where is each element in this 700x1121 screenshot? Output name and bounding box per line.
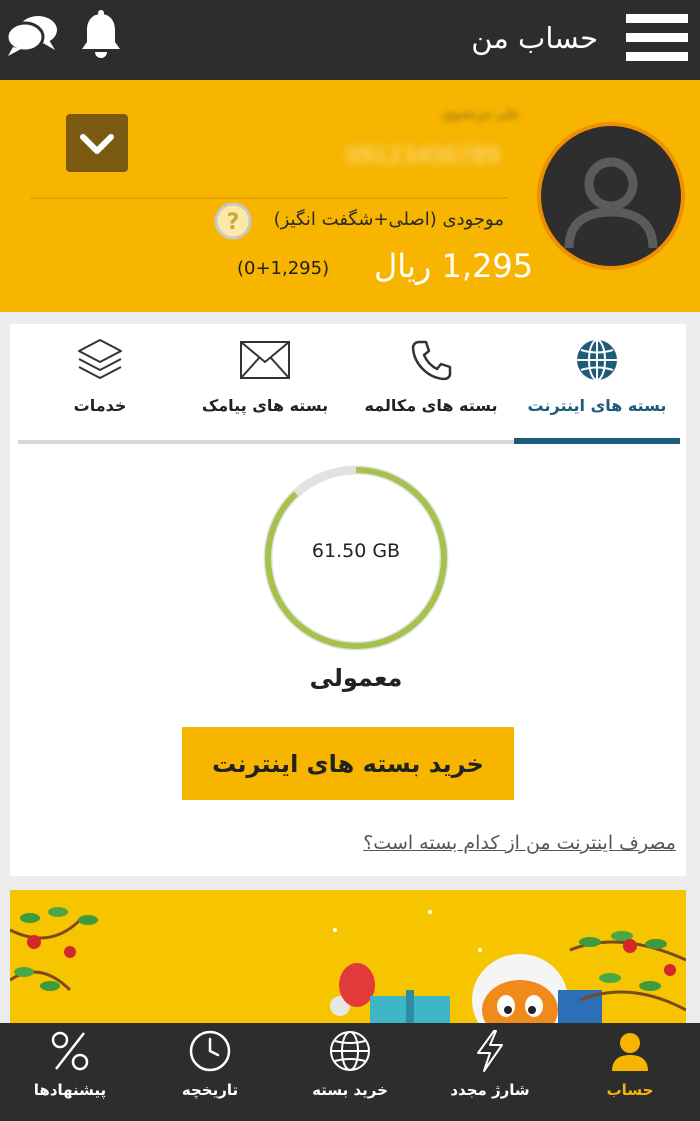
user-silhouette-icon	[564, 157, 658, 249]
percent-icon	[51, 1031, 89, 1071]
remaining-data-value: 61.50 GB	[311, 540, 401, 562]
nav-label: حساب	[606, 1081, 654, 1099]
chevron-down-icon	[80, 134, 114, 154]
menu-line	[626, 33, 688, 42]
hamburger-menu-icon[interactable]	[626, 14, 688, 64]
lightning-icon	[477, 1030, 503, 1072]
balance-detail: (0+1,295)	[237, 258, 330, 279]
promo-banner[interactable]	[10, 890, 686, 1024]
nav-label: پیشنهادها	[33, 1081, 107, 1099]
tab-call-packages[interactable]: بسته های مکالمه	[348, 324, 514, 434]
nav-history[interactable]: تاریخچه	[140, 1023, 280, 1121]
active-tab-indicator	[514, 438, 680, 444]
packages-card: بسته های اینترنت بسته های مکالمه بسته ها…	[10, 324, 686, 876]
nav-account[interactable]: حساب	[560, 1023, 700, 1121]
tab-label: بسته های پیامک	[201, 396, 329, 415]
user-icon	[612, 1033, 648, 1071]
chat-bubbles-icon[interactable]	[5, 12, 59, 58]
tab-services[interactable]: خدمات	[18, 324, 182, 434]
nav-label: خرید بسته	[312, 1081, 388, 1099]
phone-icon	[411, 340, 452, 381]
bell-icon[interactable]	[78, 10, 124, 60]
divider	[30, 197, 508, 199]
globe-icon	[577, 339, 617, 381]
nav-label: تاریخچه	[181, 1081, 239, 1099]
layers-icon	[78, 339, 122, 379]
tab-internet-packages[interactable]: بسته های اینترنت	[514, 324, 680, 434]
account-dropdown-button[interactable]	[66, 114, 128, 172]
envelope-icon	[240, 341, 290, 379]
nav-recharge[interactable]: شارژ مجدد	[420, 1023, 560, 1121]
question-help-icon[interactable]: ?	[214, 202, 252, 240]
clock-icon	[189, 1030, 231, 1072]
plan-name: معمولی	[309, 664, 403, 692]
bottom-navigation: حساب شارژ مجدد خرید بسته تاریخچه پیشنهاد…	[0, 1023, 700, 1121]
menu-line	[626, 14, 688, 23]
avatar[interactable]	[537, 122, 685, 270]
tab-sms-packages[interactable]: بسته های پیامک	[182, 324, 348, 434]
balance-label: موجودی (اصلی+شگفت انگیز)	[273, 209, 504, 230]
buy-internet-packages-button[interactable]: خرید بسته های اینترنت	[182, 727, 514, 800]
tab-label: بسته های مکالمه	[364, 396, 498, 415]
nav-buy-package[interactable]: خرید بسته	[280, 1023, 420, 1121]
nav-offers[interactable]: پیشنهادها	[0, 1023, 140, 1121]
tab-label: خدمات	[73, 396, 127, 415]
nav-label: شارژ مجدد	[450, 1081, 530, 1099]
account-summary: علی مرتضوی 09123456789 موجودی (اصلی+شگفت…	[0, 80, 700, 312]
globe-icon	[330, 1031, 370, 1071]
top-app-bar: حساب من	[0, 0, 700, 80]
user-name: علی مرتضوی	[441, 106, 520, 122]
tab-label: بسته های اینترنت	[527, 396, 667, 415]
phone-number: 09123456789	[346, 144, 500, 169]
promo-illustration	[10, 907, 686, 1024]
balance-value: 1,295 ریال	[374, 247, 534, 285]
svg-text:?: ?	[227, 210, 240, 235]
page-title: حساب من	[471, 21, 598, 55]
usage-help-link[interactable]: مصرف اینترنت من از کدام بسته است؟	[363, 832, 676, 854]
menu-line	[626, 52, 688, 61]
